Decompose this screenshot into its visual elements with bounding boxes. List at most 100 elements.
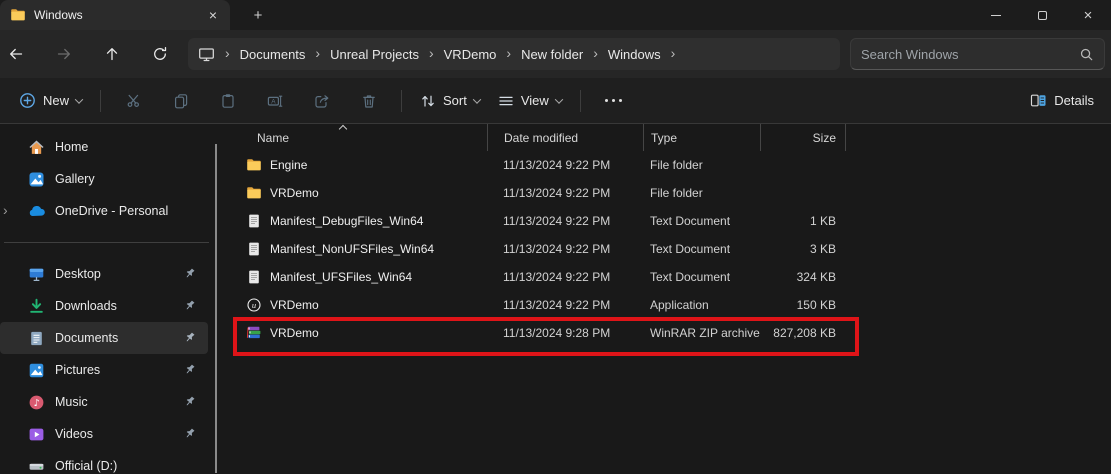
paste-button[interactable] <box>204 84 251 118</box>
onedrive-icon <box>28 203 45 220</box>
delete-button[interactable] <box>345 84 392 118</box>
toolbar-separator <box>401 90 402 112</box>
file-row-engine[interactable]: Engine 11/13/2024 9:22 PM File folder <box>225 151 1111 179</box>
desktop-icon <box>28 266 45 283</box>
sidebar-item-documents[interactable]: Documents <box>0 322 208 354</box>
file-name: Manifest_NonUFSFiles_Win64 <box>270 242 434 256</box>
pin-icon <box>183 331 196 344</box>
details-pane-icon <box>1030 92 1047 109</box>
file-row-vrdemo-folder[interactable]: VRDemo 11/13/2024 9:22 PM File folder <box>225 179 1111 207</box>
breadcrumb-item-documents[interactable]: Documents <box>240 47 306 62</box>
sidebar-item-official-drive[interactable]: Official (D:) <box>0 450 208 474</box>
sidebar-item-label: Music <box>55 395 88 409</box>
share-icon <box>314 93 330 109</box>
close-icon: × <box>1084 8 1093 23</box>
file-size: 1 KB <box>760 214 845 228</box>
forward-button[interactable] <box>48 38 80 70</box>
minimize-icon <box>991 15 1001 16</box>
search-input[interactable]: Search Windows <box>850 38 1105 70</box>
back-button[interactable] <box>0 38 32 70</box>
file-row-manifest-nonufsfiles[interactable]: Manifest_NonUFSFiles_Win64 11/13/2024 9:… <box>225 235 1111 263</box>
copy-icon <box>173 93 189 109</box>
sort-button[interactable]: Sort <box>411 84 489 118</box>
text-file-icon <box>246 241 262 257</box>
sort-icon <box>420 93 436 109</box>
chevron-right-icon: › <box>671 46 676 60</box>
title-bar: Windows × + × <box>0 0 1111 30</box>
copy-button[interactable] <box>157 84 204 118</box>
file-name: Manifest_DebugFiles_Win64 <box>270 214 423 228</box>
refresh-button[interactable] <box>144 38 176 70</box>
tab-title: Windows <box>34 8 204 22</box>
cut-button[interactable] <box>110 84 157 118</box>
plus-circle-icon <box>19 92 36 109</box>
back-arrow-icon <box>8 46 24 62</box>
tab-windows[interactable]: Windows × <box>0 0 230 30</box>
file-row-vrdemo-zip[interactable]: VRDemo 11/13/2024 9:28 PM WinRAR ZIP arc… <box>225 319 1111 347</box>
column-separator <box>845 124 846 151</box>
sidebar-scrollbar[interactable] <box>215 144 217 473</box>
column-header-type[interactable]: Type <box>643 124 760 151</box>
sidebar-item-onedrive[interactable]: › OneDrive - Personal <box>0 195 208 227</box>
tab-close-icon[interactable]: × <box>204 6 222 24</box>
breadcrumb-item-new-folder[interactable]: New folder <box>521 47 583 62</box>
more-options-button[interactable] <box>590 84 637 118</box>
file-date: 11/13/2024 9:22 PM <box>487 270 643 284</box>
rename-button[interactable]: A <box>251 84 298 118</box>
expand-chevron-icon[interactable]: › <box>3 202 8 218</box>
unreal-app-icon: u <box>246 297 262 313</box>
minimize-button[interactable] <box>973 0 1019 30</box>
file-row-manifest-debugfiles[interactable]: Manifest_DebugFiles_Win64 11/13/2024 9:2… <box>225 207 1111 235</box>
winrar-archive-icon <box>246 325 262 341</box>
home-icon <box>28 139 45 156</box>
rename-icon: A <box>267 93 283 109</box>
pin-icon <box>183 299 196 312</box>
toolbar-separator <box>100 90 101 112</box>
file-type: Text Document <box>643 270 760 284</box>
sidebar-item-videos[interactable]: Videos <box>0 418 208 450</box>
folder-icon <box>246 185 262 201</box>
drive-icon <box>28 458 45 474</box>
view-button[interactable]: View <box>489 84 571 118</box>
column-header-name[interactable]: Name <box>225 128 487 148</box>
file-date: 11/13/2024 9:22 PM <box>487 186 643 200</box>
file-date: 11/13/2024 9:22 PM <box>487 298 643 312</box>
text-file-icon <box>246 213 262 229</box>
close-button[interactable]: × <box>1065 0 1111 30</box>
new-tab-button[interactable]: + <box>246 4 270 26</box>
sidebar-item-home[interactable]: Home <box>0 131 208 163</box>
file-row-manifest-ufsfiles[interactable]: Manifest_UFSFiles_Win64 11/13/2024 9:22 … <box>225 263 1111 291</box>
column-header-size[interactable]: Size <box>760 124 845 151</box>
music-icon: ♪ <box>28 394 45 411</box>
sort-ascending-icon <box>339 124 347 132</box>
pictures-icon <box>28 362 45 379</box>
column-header-label: Date modified <box>504 131 578 145</box>
breadcrumb-item-windows[interactable]: Windows <box>608 47 661 62</box>
file-row-vrdemo-application[interactable]: u VRDemo 11/13/2024 9:22 PM Application … <box>225 291 1111 319</box>
column-header-label: Type <box>651 131 677 145</box>
search-icon <box>1079 47 1094 62</box>
file-list-pane: Name Date modified Type Size Engine 11/1… <box>225 124 1111 473</box>
new-button[interactable]: New <box>10 84 91 118</box>
sidebar-item-gallery[interactable]: Gallery <box>0 163 208 195</box>
folder-icon <box>10 7 26 23</box>
navigation-bar: › Documents › Unreal Projects › VRDemo ›… <box>0 30 1111 78</box>
sidebar-item-pictures[interactable]: Pictures <box>0 354 208 386</box>
column-header-date-modified[interactable]: Date modified <box>487 124 643 151</box>
breadcrumb-item-unreal-projects[interactable]: Unreal Projects <box>330 47 419 62</box>
chevron-right-icon: › <box>593 46 598 60</box>
file-type: File folder <box>643 186 760 200</box>
sidebar-item-music[interactable]: ♪ Music <box>0 386 208 418</box>
maximize-button[interactable] <box>1019 0 1065 30</box>
up-button[interactable] <box>96 38 128 70</box>
details-button[interactable]: Details <box>1021 84 1103 118</box>
folder-icon <box>246 157 262 173</box>
breadcrumb-item-vrdemo[interactable]: VRDemo <box>444 47 497 62</box>
file-size: 324 KB <box>760 270 845 284</box>
sidebar-item-downloads[interactable]: Downloads <box>0 290 208 322</box>
sort-button-label: Sort <box>443 93 467 108</box>
sidebar-item-desktop[interactable]: Desktop <box>0 258 208 290</box>
pin-icon <box>183 267 196 280</box>
share-button[interactable] <box>298 84 345 118</box>
computer-icon[interactable] <box>198 46 215 63</box>
